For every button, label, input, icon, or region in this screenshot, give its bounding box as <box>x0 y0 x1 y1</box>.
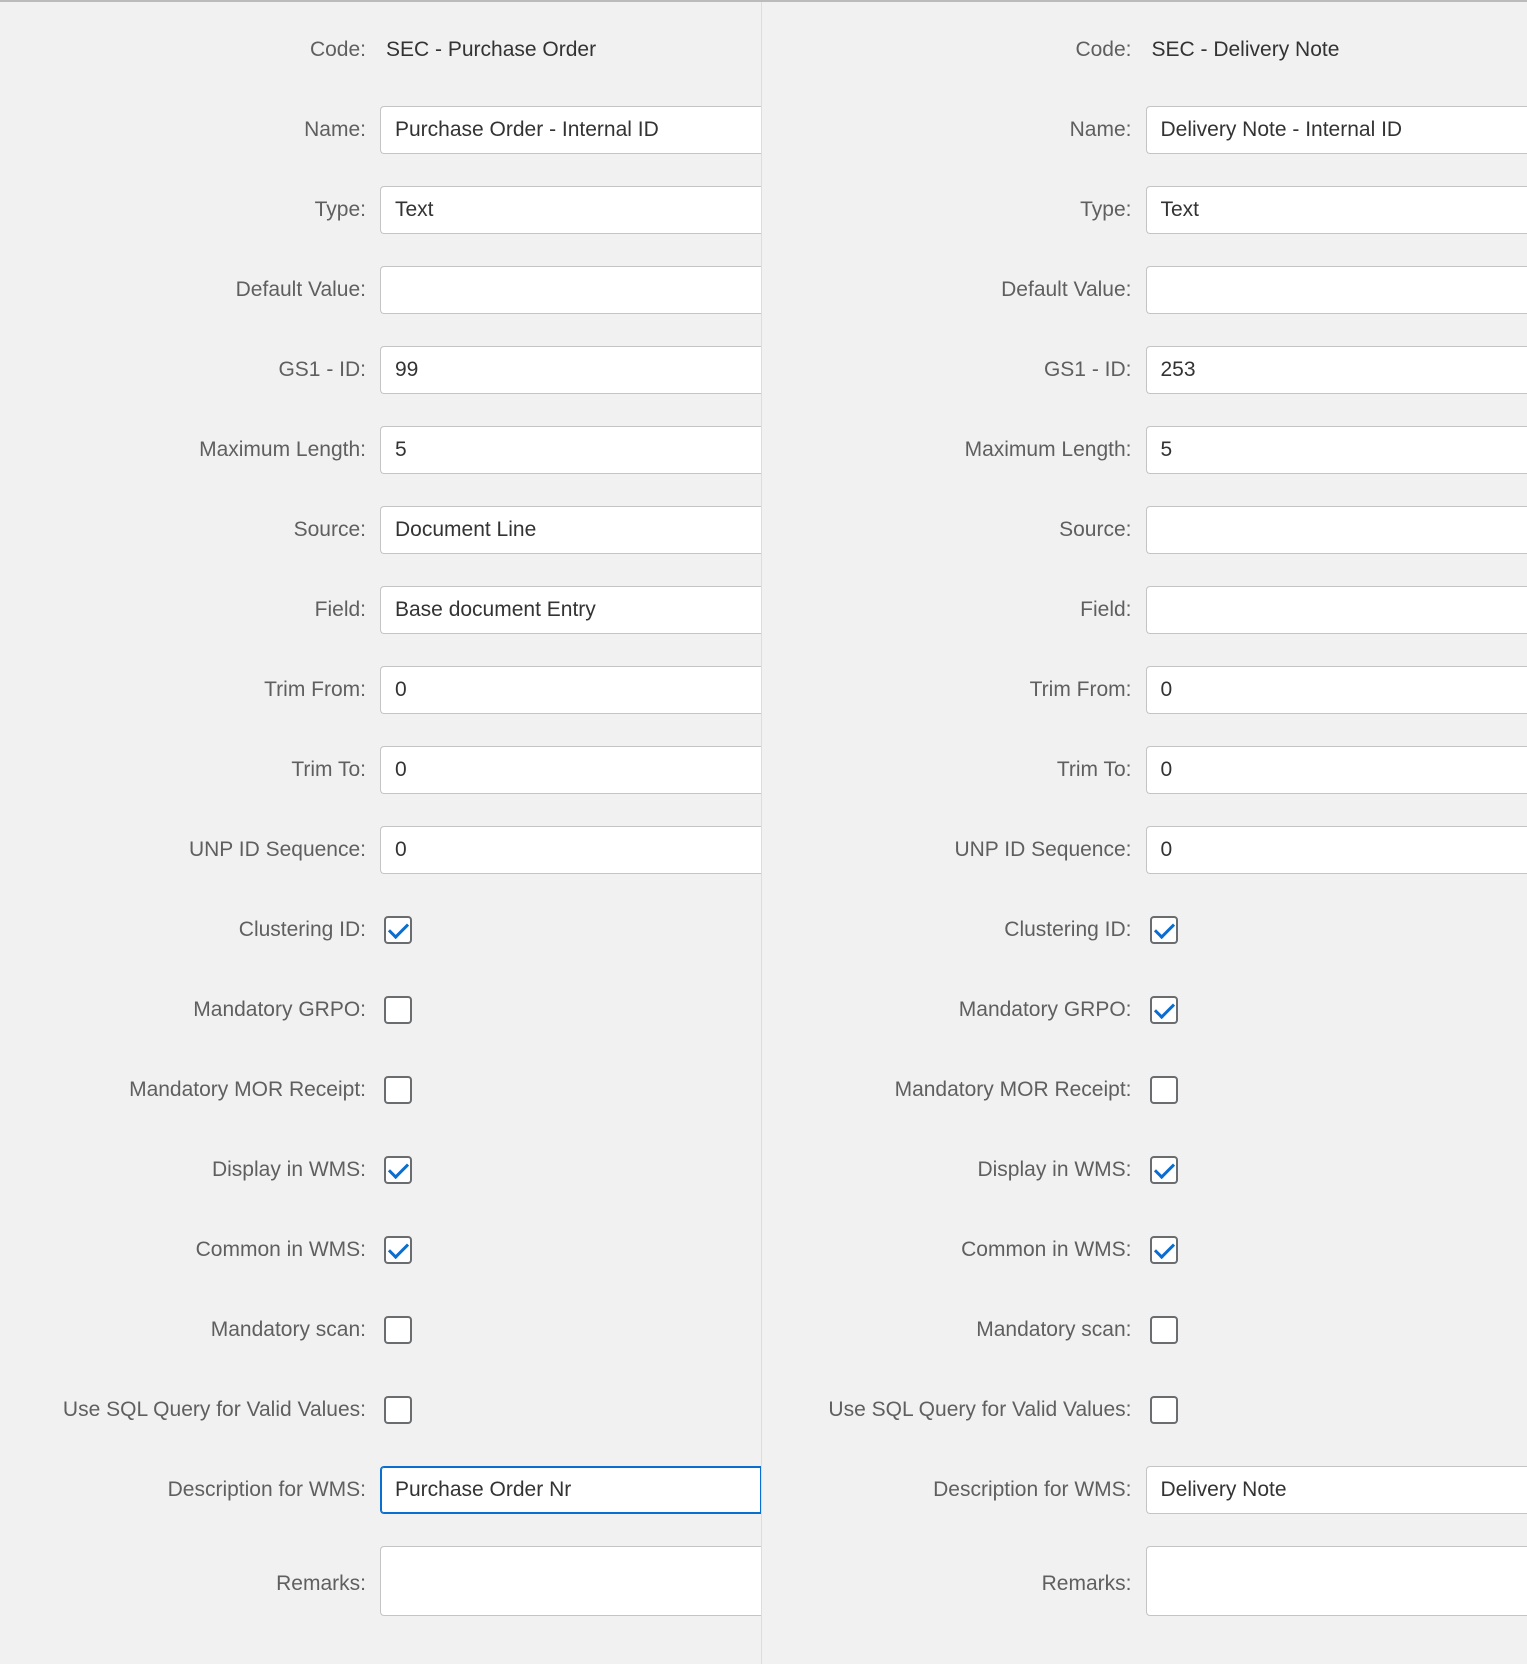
unp-id-sequence-input[interactable] <box>1146 826 1527 874</box>
mandatory-grpo-checkbox[interactable] <box>384 996 412 1024</box>
label-display-in-wms: Display in WMS: <box>10 1158 380 1182</box>
label-mandatory-mor-receipt: Mandatory MOR Receipt: <box>776 1078 1146 1102</box>
mandatory-grpo-checkbox[interactable] <box>1150 996 1178 1024</box>
label-source: Source: <box>10 518 380 542</box>
use-sql-valid-checkbox[interactable] <box>384 1396 412 1424</box>
label-common-in-wms: Common in WMS: <box>10 1238 380 1262</box>
label-type: Type: <box>10 198 380 222</box>
mandatory-mor-receipt-checkbox[interactable] <box>1150 1076 1178 1104</box>
remarks-textarea[interactable] <box>380 1546 761 1616</box>
label-name: Name: <box>776 118 1146 142</box>
gs1-id-input[interactable] <box>380 346 761 394</box>
name-input[interactable] <box>1146 106 1527 154</box>
unp-id-sequence-input[interactable] <box>380 826 761 874</box>
label-display-in-wms: Display in WMS: <box>776 1158 1146 1182</box>
label-name: Name: <box>10 118 380 142</box>
panel-delivery-note: Code: SEC - Delivery Note Name: Type: De… <box>766 2 1527 1664</box>
label-mandatory-mor-receipt: Mandatory MOR Receipt: <box>10 1078 380 1102</box>
maximum-length-input[interactable] <box>380 426 761 474</box>
label-mandatory-scan: Mandatory scan: <box>10 1318 380 1342</box>
label-unp-id-sequence: UNP ID Sequence: <box>776 838 1146 862</box>
label-common-in-wms: Common in WMS: <box>776 1238 1146 1262</box>
field-input[interactable] <box>380 586 761 634</box>
label-source: Source: <box>776 518 1146 542</box>
label-clustering-id: Clustering ID: <box>776 918 1146 942</box>
label-description-for-wms: Description for WMS: <box>776 1478 1146 1502</box>
default-value-input[interactable] <box>1146 266 1527 314</box>
source-input[interactable] <box>380 506 761 554</box>
label-unp-id-sequence: UNP ID Sequence: <box>10 838 380 862</box>
label-default-value: Default Value: <box>776 278 1146 302</box>
value-code: SEC - Purchase Order <box>380 38 761 62</box>
field-input[interactable] <box>1146 586 1527 634</box>
label-clustering-id: Clustering ID: <box>10 918 380 942</box>
common-in-wms-checkbox[interactable] <box>1150 1236 1178 1264</box>
source-input[interactable] <box>1146 506 1527 554</box>
label-code: Code: <box>776 38 1146 62</box>
clustering-id-checkbox[interactable] <box>1150 916 1178 944</box>
label-field: Field: <box>10 598 380 622</box>
name-input[interactable] <box>380 106 761 154</box>
label-mandatory-scan: Mandatory scan: <box>776 1318 1146 1342</box>
mandatory-mor-receipt-checkbox[interactable] <box>384 1076 412 1104</box>
panel-purchase-order: Code: SEC - Purchase Order Name: Type: D… <box>0 2 762 1664</box>
trim-from-input[interactable] <box>1146 666 1527 714</box>
use-sql-valid-checkbox[interactable] <box>1150 1396 1178 1424</box>
maximum-length-input[interactable] <box>1146 426 1527 474</box>
type-input[interactable] <box>380 186 761 234</box>
display-in-wms-checkbox[interactable] <box>384 1156 412 1184</box>
form-container: Code: SEC - Purchase Order Name: Type: D… <box>0 0 1527 1664</box>
label-trim-from: Trim From: <box>10 678 380 702</box>
clustering-id-checkbox[interactable] <box>384 916 412 944</box>
description-for-wms-input[interactable] <box>1146 1466 1527 1514</box>
label-remarks: Remarks: <box>776 1572 1146 1596</box>
label-trim-to: Trim To: <box>10 758 380 782</box>
display-in-wms-checkbox[interactable] <box>1150 1156 1178 1184</box>
label-mandatory-grpo: Mandatory GRPO: <box>776 998 1146 1022</box>
common-in-wms-checkbox[interactable] <box>384 1236 412 1264</box>
mandatory-scan-checkbox[interactable] <box>1150 1316 1178 1344</box>
label-use-sql-valid: Use SQL Query for Valid Values: <box>10 1398 380 1422</box>
value-code: SEC - Delivery Note <box>1146 38 1527 62</box>
label-remarks: Remarks: <box>10 1572 380 1596</box>
label-mandatory-grpo: Mandatory GRPO: <box>10 998 380 1022</box>
default-value-input[interactable] <box>380 266 761 314</box>
label-field: Field: <box>776 598 1146 622</box>
mandatory-scan-checkbox[interactable] <box>384 1316 412 1344</box>
description-for-wms-input[interactable] <box>380 1466 761 1514</box>
label-trim-to: Trim To: <box>776 758 1146 782</box>
label-gs1-id: GS1 - ID: <box>776 358 1146 382</box>
label-use-sql-valid: Use SQL Query for Valid Values: <box>776 1398 1146 1422</box>
label-maximum-length: Maximum Length: <box>776 438 1146 462</box>
trim-from-input[interactable] <box>380 666 761 714</box>
trim-to-input[interactable] <box>380 746 761 794</box>
type-input[interactable] <box>1146 186 1527 234</box>
label-gs1-id: GS1 - ID: <box>10 358 380 382</box>
remarks-textarea[interactable] <box>1146 1546 1527 1616</box>
label-trim-from: Trim From: <box>776 678 1146 702</box>
label-default-value: Default Value: <box>10 278 380 302</box>
trim-to-input[interactable] <box>1146 746 1527 794</box>
label-description-for-wms: Description for WMS: <box>10 1478 380 1502</box>
label-maximum-length: Maximum Length: <box>10 438 380 462</box>
gs1-id-input[interactable] <box>1146 346 1527 394</box>
label-type: Type: <box>776 198 1146 222</box>
label-code: Code: <box>10 38 380 62</box>
